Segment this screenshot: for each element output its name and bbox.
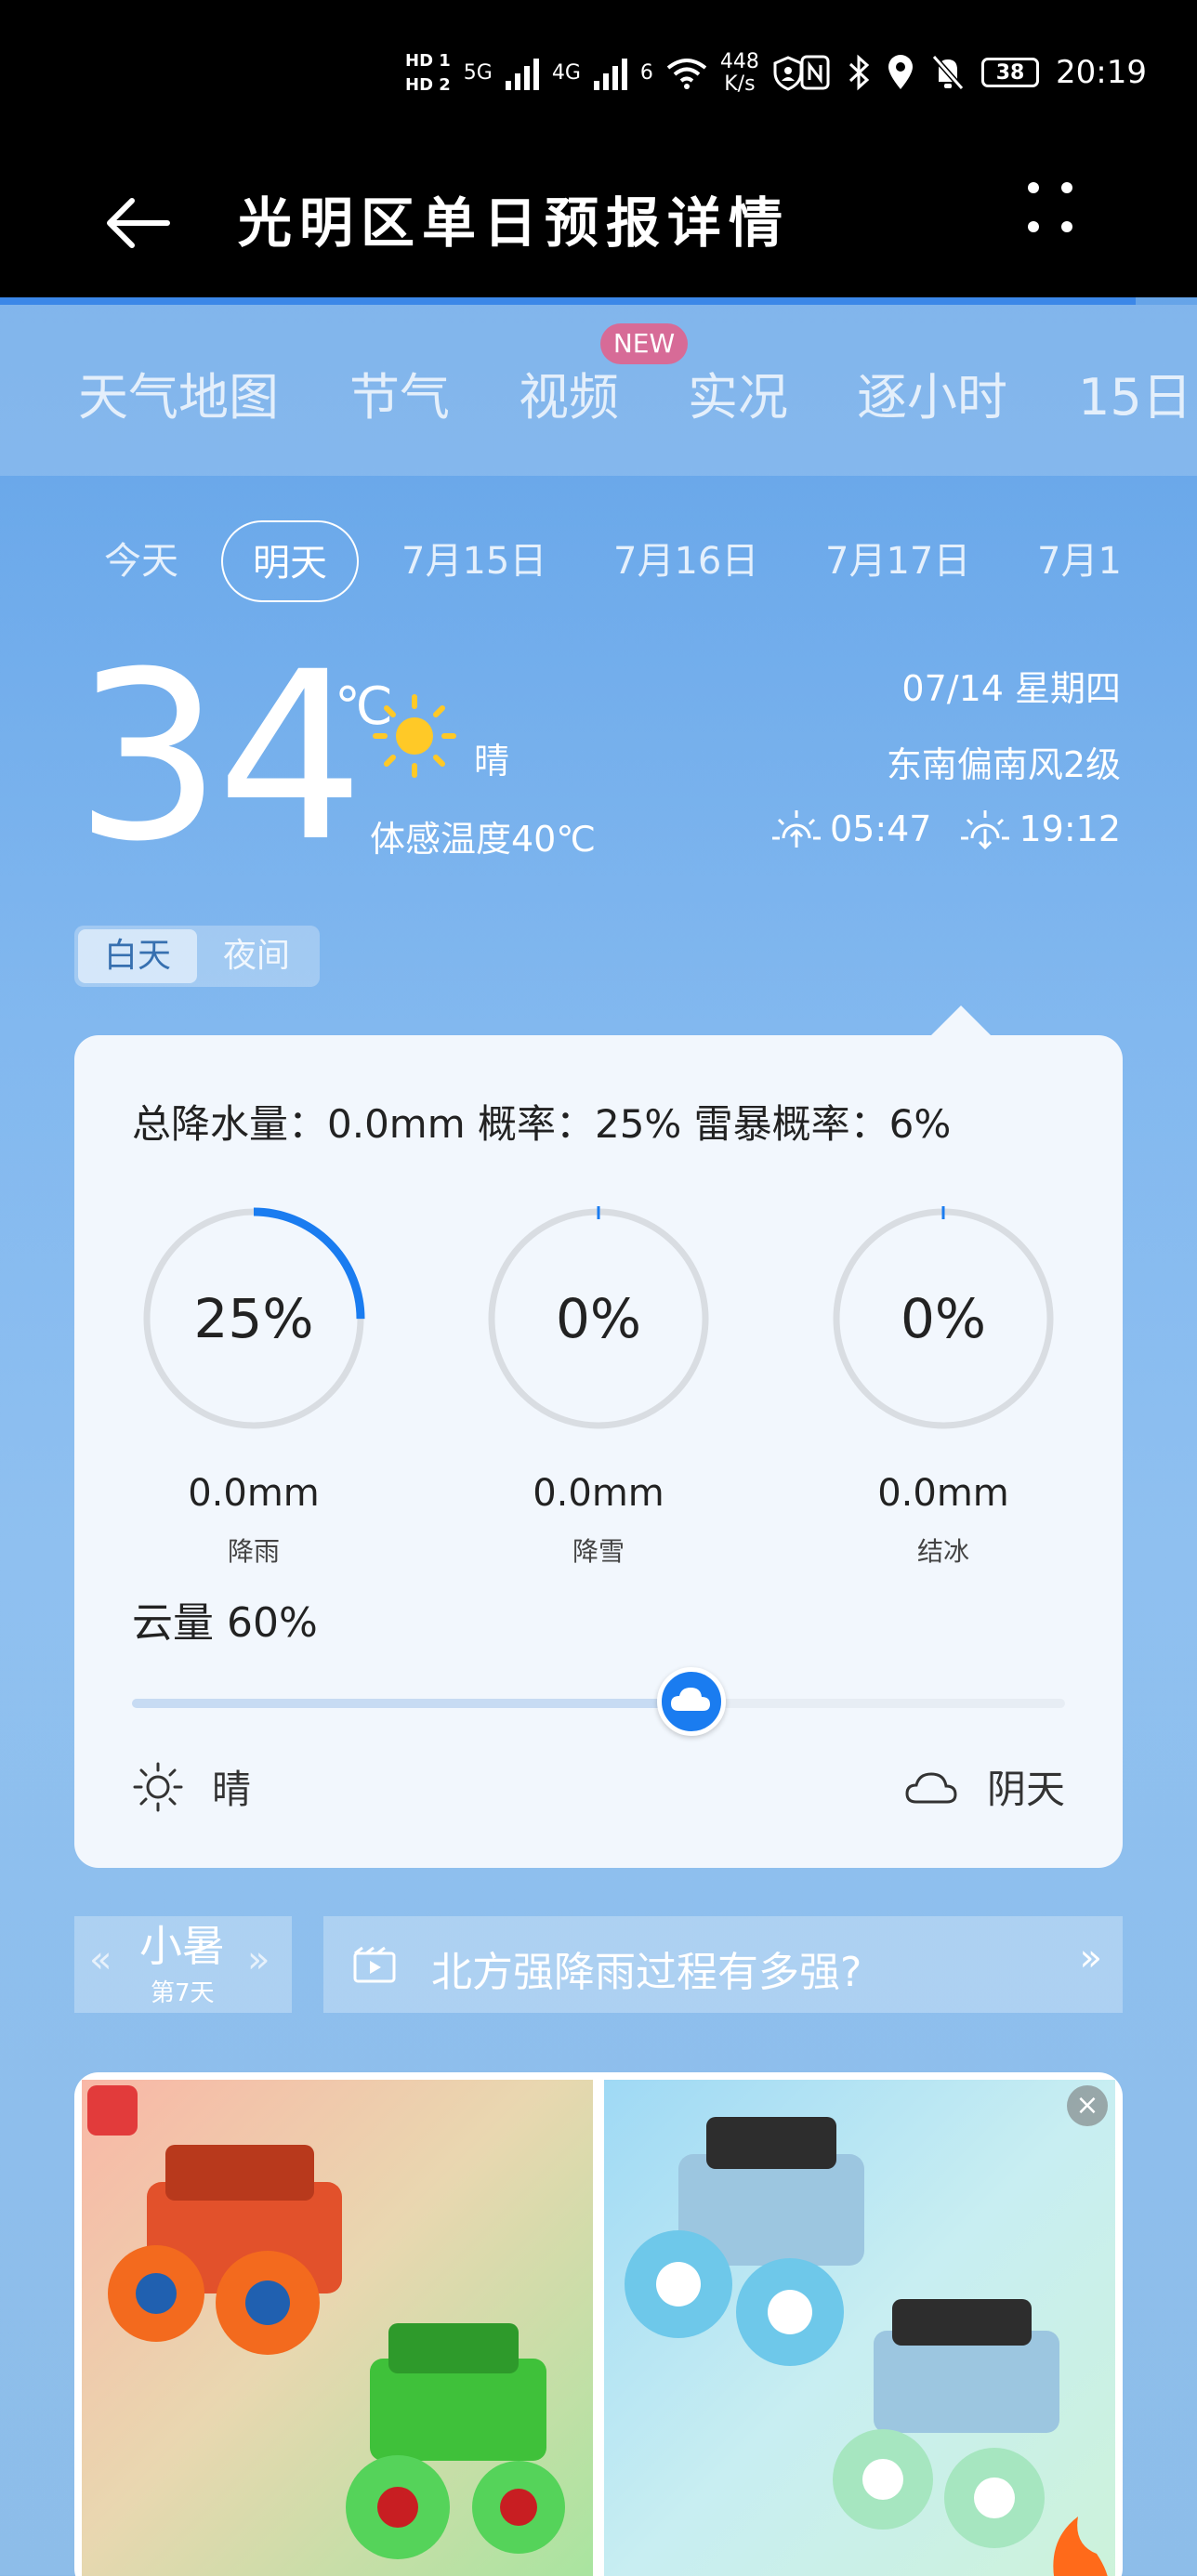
day-toggle[interactable]: 白天 bbox=[78, 929, 197, 983]
sunset-icon bbox=[961, 810, 1010, 849]
solar-term-day: 第7天 bbox=[151, 1979, 215, 2007]
cloud-cover: 云量 60% bbox=[132, 1599, 318, 1647]
ice-ring: 0% bbox=[827, 1203, 1059, 1435]
speed-unit: K/s bbox=[724, 72, 756, 96]
title-bar: 光明区单日预报详情 bbox=[0, 149, 1197, 297]
day-tab-jul18[interactable]: 7月1 bbox=[1037, 520, 1122, 602]
scale-sunny-label: 晴 bbox=[212, 1767, 252, 1812]
status-right: 38 20:19 bbox=[799, 45, 1147, 100]
toy-truck-image bbox=[625, 2117, 1108, 2576]
tab-video[interactable]: 视频 bbox=[519, 361, 619, 435]
signal-bars-icon bbox=[505, 57, 539, 90]
tab-hourly[interactable]: 逐小时 bbox=[857, 361, 1007, 435]
news-headline: 北方强降雨过程有多强? bbox=[431, 1949, 862, 1996]
nfc-icon bbox=[800, 55, 830, 90]
status-bar: HD 1 HD 2 5G 4G 6 448 K/s 38 20:19 bbox=[0, 0, 1197, 149]
forecast-date: 07/14 星期四 bbox=[901, 668, 1121, 709]
double-chevron-right-icon: » bbox=[1079, 1937, 1102, 1979]
sunrise-time: 05:47 bbox=[829, 808, 932, 849]
loading-progress-bar bbox=[0, 297, 1136, 305]
cloud-cover-knob bbox=[657, 1667, 727, 1736]
ice-amount: 0.0mm bbox=[877, 1472, 1009, 1515]
tab-live[interactable]: 实况 bbox=[688, 361, 788, 435]
rain-probability: 25% bbox=[193, 1287, 314, 1350]
snow-probability: 0% bbox=[555, 1287, 641, 1350]
day-tab-jul16[interactable]: 7月16日 bbox=[613, 520, 758, 602]
location-icon bbox=[888, 55, 914, 89]
signal-4g-label: 4G bbox=[551, 61, 581, 85]
tab-15-day[interactable]: 15日 bbox=[1078, 361, 1192, 435]
cloud-outline-icon bbox=[905, 1771, 957, 1803]
rain-amount: 0.0mm bbox=[188, 1472, 320, 1515]
wind-info: 东南偏南风2级 bbox=[886, 744, 1121, 785]
wifi-icon bbox=[666, 59, 707, 89]
more-options-icon[interactable] bbox=[1022, 177, 1078, 251]
scale-overcast: 阴天 bbox=[903, 1758, 1065, 1815]
solar-term-card[interactable]: « 小暑 第7天 » bbox=[74, 1916, 292, 2013]
ad-banner[interactable]: × bbox=[74, 2072, 1123, 2576]
ad-image-left[interactable] bbox=[82, 2080, 593, 2576]
sunset: 19:12 bbox=[959, 808, 1121, 849]
clock: 20:19 bbox=[1056, 54, 1147, 91]
hd1-label: HD 1 bbox=[405, 51, 451, 71]
signal-bars-icon bbox=[593, 57, 627, 90]
snow-label: 降雪 bbox=[572, 1536, 625, 1567]
sun-outline-icon bbox=[133, 1762, 183, 1811]
page-title: 光明区单日预报详情 bbox=[238, 191, 791, 255]
day-tab-jul15[interactable]: 7月15日 bbox=[401, 520, 546, 602]
sun-times: 05:47 19:12 bbox=[770, 808, 1121, 849]
temperature-value: 34 bbox=[74, 622, 364, 892]
cloud-cover-slider bbox=[132, 1667, 1065, 1736]
hd2-label: HD 2 bbox=[405, 75, 451, 95]
tab-solar-terms[interactable]: 节气 bbox=[349, 361, 450, 435]
video-play-icon bbox=[353, 1946, 396, 1983]
rain-label: 降雨 bbox=[227, 1536, 280, 1567]
day-night-toggle: 白天 夜间 bbox=[74, 926, 320, 987]
card-pointer bbox=[929, 1005, 993, 1037]
mute-bell-icon bbox=[931, 55, 965, 90]
wifi-label: 6 bbox=[639, 61, 653, 85]
feels-like: 体感温度40℃ bbox=[370, 819, 597, 860]
feature-tab-bar: 天气地图 节气 视频 实况 逐小时 15日 bbox=[0, 305, 1197, 476]
precipitation-card: 总降水量：0.0mm 概率：25% 雷暴概率：6% 25% 0.0mm 降雨 0… bbox=[74, 1035, 1123, 1868]
network-speed: 448 K/s bbox=[720, 51, 759, 96]
ad-brand-logo bbox=[87, 2085, 138, 2136]
speed-value: 448 bbox=[719, 50, 759, 73]
chevron-right-icon[interactable]: » bbox=[247, 1939, 270, 1981]
sunrise-icon bbox=[771, 810, 821, 848]
cloud-icon bbox=[671, 1688, 711, 1711]
scale-sunny: 晴 bbox=[132, 1758, 251, 1815]
rain-ring: 25% bbox=[138, 1203, 370, 1435]
battery-icon: 38 bbox=[981, 58, 1040, 87]
solar-term-name: 小暑 bbox=[139, 1921, 225, 1971]
ice-probability: 0% bbox=[900, 1287, 986, 1350]
day-tab-today[interactable]: 今天 bbox=[104, 520, 178, 602]
day-tab-jul17[interactable]: 7月17日 bbox=[825, 520, 970, 602]
chevron-left-icon[interactable]: « bbox=[89, 1939, 112, 1981]
snow-amount: 0.0mm bbox=[533, 1472, 664, 1515]
day-selector: 今天 明天 7月15日 7月16日 7月17日 7月1 bbox=[0, 520, 1197, 606]
news-banner[interactable]: 北方强降雨过程有多强? » bbox=[323, 1916, 1123, 2013]
scale-overcast-label: 阴天 bbox=[986, 1767, 1065, 1812]
sunrise: 05:47 bbox=[770, 808, 932, 849]
snow-ring: 0% bbox=[482, 1203, 715, 1435]
ad-image-right[interactable] bbox=[604, 2080, 1115, 2576]
cloud-cover-fill bbox=[132, 1699, 692, 1708]
close-ad-icon[interactable]: × bbox=[1067, 2085, 1108, 2126]
ice-label: 结冰 bbox=[916, 1536, 969, 1567]
night-toggle[interactable]: 夜间 bbox=[197, 929, 316, 983]
back-arrow-icon[interactable] bbox=[102, 186, 177, 260]
toy-truck-image bbox=[108, 2145, 565, 2559]
hd-indicator: HD 1 HD 2 bbox=[405, 49, 451, 98]
tab-weather-map[interactable]: 天气地图 bbox=[78, 361, 279, 435]
sunset-time: 19:12 bbox=[1019, 808, 1121, 849]
bluetooth-icon bbox=[848, 54, 870, 91]
day-tab-tomorrow[interactable]: 明天 bbox=[221, 520, 359, 602]
new-badge: NEW bbox=[600, 323, 688, 364]
weather-condition: 晴 bbox=[474, 741, 510, 782]
signal-5g-label: 5G bbox=[463, 61, 493, 85]
precipitation-summary: 总降水量：0.0mm 概率：25% 雷暴概率：6% bbox=[132, 1101, 952, 1147]
sunny-icon bbox=[373, 694, 456, 778]
status-left: HD 1 HD 2 5G 4G 6 448 K/s bbox=[405, 41, 804, 106]
